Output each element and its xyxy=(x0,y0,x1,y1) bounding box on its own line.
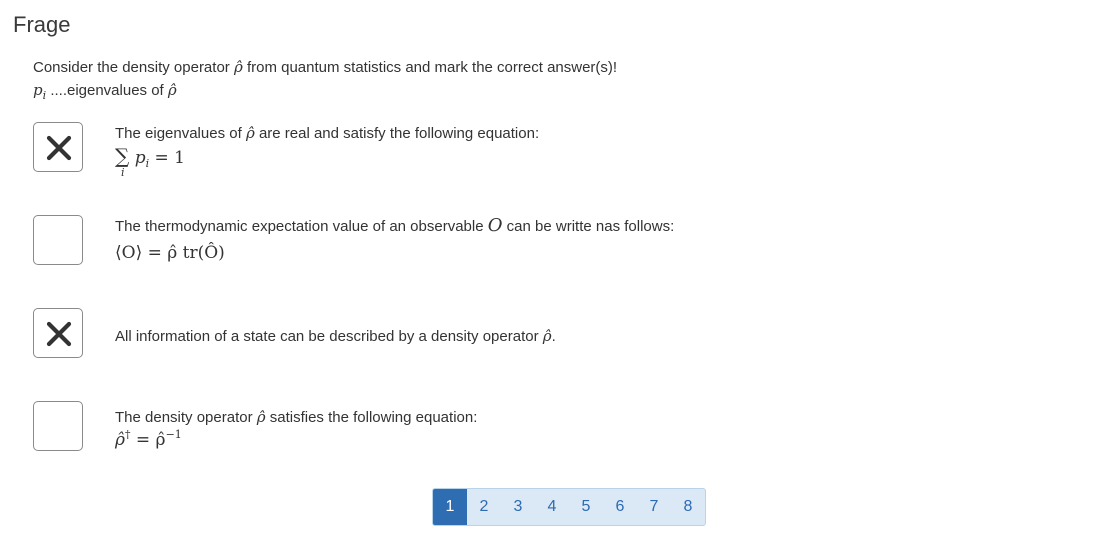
answer-option-3: All information of a state can be descri… xyxy=(33,308,1093,360)
eigenvalue-description: ....eigenvalues of xyxy=(50,82,164,99)
eigenvalue-symbol: p xyxy=(33,81,43,99)
answer-3-symbol: ρ̂ xyxy=(542,327,552,345)
answer-4-text-after: satisfies the following equation: xyxy=(269,409,478,426)
formula-rhs: = ρ̂ xyxy=(135,430,166,450)
answer-2-formula: ⟨O⟩ = ρ̂ tr(Ô) xyxy=(115,243,225,263)
page-7[interactable]: 7 xyxy=(637,489,671,525)
question-text: Consider the density operator ρ̂ from qu… xyxy=(33,56,617,107)
close-x-icon xyxy=(46,321,72,347)
page-4[interactable]: 4 xyxy=(535,489,569,525)
page-2[interactable]: 2 xyxy=(467,489,501,525)
answer-text-3: All information of a state can be descri… xyxy=(115,325,556,348)
answer-option-4: The density operator ρ̂ satisfies the fo… xyxy=(33,401,1093,457)
eigenvalue-subscript: i xyxy=(42,89,47,102)
question-line-1: Consider the density operator ρ̂ from qu… xyxy=(33,56,617,79)
answer-3-text-after: . xyxy=(551,328,556,345)
answer-option-2: The thermodynamic expectation value of a… xyxy=(33,215,1093,275)
formula-subscript: i xyxy=(145,157,150,170)
formula-lhs: ρ̂ xyxy=(115,430,125,450)
sum-symbol: ∑ xyxy=(115,144,130,168)
answer-3-text-before: All information of a state can be descri… xyxy=(115,328,539,345)
answer-text-4: The density operator ρ̂ satisfies the fo… xyxy=(115,406,477,429)
answer-checkbox-3[interactable] xyxy=(33,308,83,358)
answer-text-2: The thermodynamic expectation value of a… xyxy=(115,215,674,238)
formula-variable: p xyxy=(134,148,146,168)
answer-1-formula: ∑ pi = 1 i xyxy=(115,144,185,184)
density-operator-symbol: ρ̂ xyxy=(233,58,243,76)
answer-4-formula: ρ̂† = ρ̂−1 xyxy=(115,428,182,450)
question-line-2: pi ....eigenvalues of ρ̂ xyxy=(33,79,617,107)
answer-text-1: The eigenvalues of ρ̂ are real and satis… xyxy=(115,122,539,145)
answer-checkbox-4[interactable] xyxy=(33,401,83,451)
answer-option-1: The eigenvalues of ρ̂ are real and satis… xyxy=(33,122,1093,192)
pagination: 1 2 3 4 5 6 7 8 xyxy=(432,488,706,526)
page-5[interactable]: 5 xyxy=(569,489,603,525)
question-prefix: Consider the density operator xyxy=(33,59,230,76)
page-1[interactable]: 1 xyxy=(433,489,467,525)
formula-lhs-superscript: † xyxy=(125,428,131,441)
page-8[interactable]: 8 xyxy=(671,489,705,525)
answer-4-symbol: ρ̂ xyxy=(256,408,266,426)
answer-2-text-before: The thermodynamic expectation value of a… xyxy=(115,218,484,235)
answer-1-text-after: are real and satisfy the following equat… xyxy=(258,125,540,142)
page-title: Frage xyxy=(13,12,71,37)
sum-index: i xyxy=(121,166,125,179)
answer-checkbox-1[interactable] xyxy=(33,122,83,172)
question-suffix: from quantum statistics and mark the cor… xyxy=(246,59,618,76)
answer-1-text-before: The eigenvalues of xyxy=(115,125,242,142)
page-3[interactable]: 3 xyxy=(501,489,535,525)
answer-4-text-before: The density operator xyxy=(115,409,253,426)
formula-equals: = 1 xyxy=(154,148,185,168)
answer-checkbox-2[interactable] xyxy=(33,215,83,265)
answer-2-text-after: can be writte nas follows: xyxy=(506,218,675,235)
close-x-icon xyxy=(46,135,72,161)
formula-rhs-superscript: −1 xyxy=(165,428,182,441)
page-6[interactable]: 6 xyxy=(603,489,637,525)
density-operator-symbol-2: ρ̂ xyxy=(167,81,177,99)
answer-1-symbol: ρ̂ xyxy=(245,124,255,142)
answer-2-symbol: O xyxy=(487,215,503,236)
